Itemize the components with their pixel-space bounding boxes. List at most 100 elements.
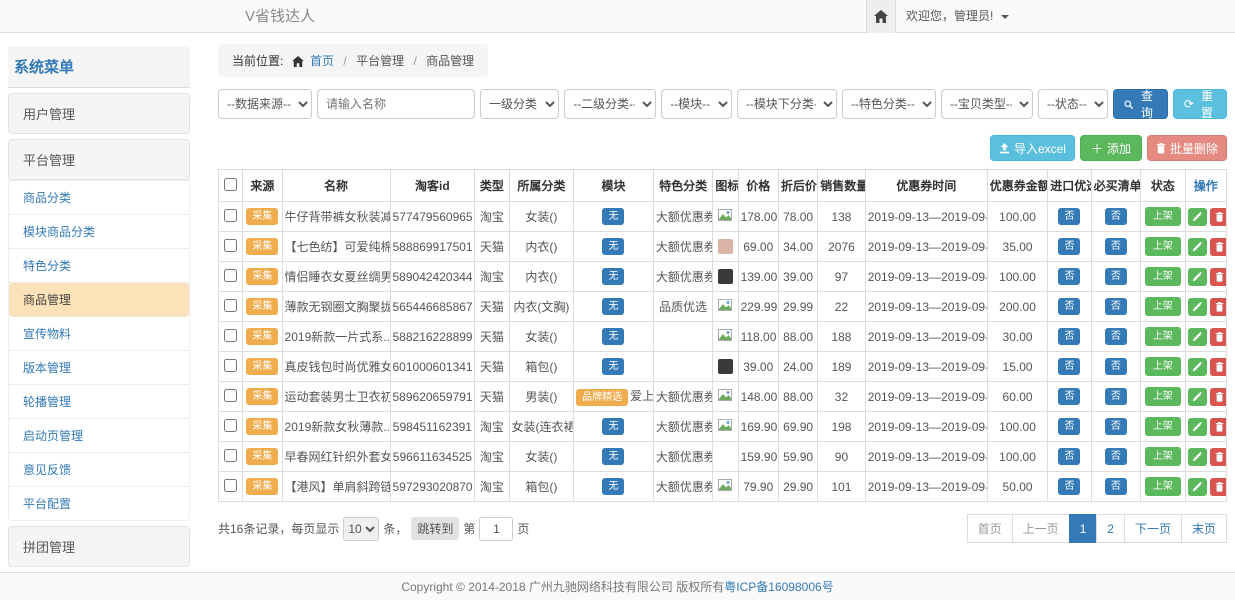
row-checkbox[interactable]	[224, 329, 237, 342]
import-flag-badge[interactable]: 否	[1058, 298, 1080, 315]
row-checkbox[interactable]	[224, 209, 237, 222]
status-badge[interactable]: 上架	[1145, 477, 1181, 496]
query-button[interactable]: 查询	[1113, 89, 1168, 119]
feature-category-select[interactable]: --特色分类--	[842, 89, 936, 119]
sidebar-item-3[interactable]: 模块商品分类	[9, 215, 189, 249]
level1-category-select[interactable]: 一级分类	[480, 89, 559, 119]
sidebar-item-0[interactable]: 用户管理	[8, 93, 190, 134]
import-excel-button[interactable]: 导入excel	[990, 135, 1075, 161]
must-buy-flag-badge[interactable]: 否	[1105, 298, 1127, 315]
per-page-select[interactable]: 10	[343, 517, 379, 541]
page-button-首页[interactable]: 首页	[967, 514, 1013, 543]
delete-button[interactable]	[1210, 298, 1227, 316]
import-flag-badge[interactable]: 否	[1058, 388, 1080, 405]
edit-button[interactable]	[1188, 238, 1207, 256]
row-checkbox[interactable]	[224, 419, 237, 432]
edit-button[interactable]	[1188, 448, 1207, 466]
select-all-checkbox[interactable]	[224, 178, 237, 191]
page-button-2[interactable]: 2	[1096, 514, 1125, 543]
delete-button[interactable]	[1210, 358, 1227, 376]
module-subcategory-select[interactable]: --模块下分类--	[737, 89, 837, 119]
import-flag-badge[interactable]: 否	[1058, 448, 1080, 465]
page-button-上一页[interactable]: 上一页	[1012, 514, 1070, 543]
row-checkbox[interactable]	[224, 359, 237, 372]
row-checkbox[interactable]	[224, 449, 237, 462]
row-checkbox[interactable]	[224, 269, 237, 282]
delete-button[interactable]	[1210, 238, 1227, 256]
sidebar-item-12[interactable]: 拼团管理	[8, 526, 190, 567]
must-buy-flag-badge[interactable]: 否	[1105, 358, 1127, 375]
bulk-delete-button[interactable]: 批量删除	[1147, 135, 1227, 161]
row-checkbox[interactable]	[224, 299, 237, 312]
edit-button[interactable]	[1188, 388, 1207, 406]
breadcrumb-home-link[interactable]: 首页	[310, 54, 334, 68]
edit-button[interactable]	[1188, 328, 1207, 346]
sidebar-item-5[interactable]: 商品管理	[9, 283, 189, 317]
delete-button[interactable]	[1210, 328, 1227, 346]
data-source-select[interactable]: --数据来源--	[218, 89, 312, 119]
icp-link[interactable]: 粤ICP备16098006号	[724, 580, 833, 594]
delete-button[interactable]	[1210, 478, 1227, 496]
page-button-1[interactable]: 1	[1069, 514, 1098, 543]
import-flag-badge[interactable]: 否	[1058, 208, 1080, 225]
sidebar-item-7[interactable]: 版本管理	[9, 351, 189, 385]
must-buy-flag-badge[interactable]: 否	[1105, 328, 1127, 345]
import-flag-badge[interactable]: 否	[1058, 478, 1080, 495]
jump-button[interactable]: 跳转到	[411, 517, 459, 540]
must-buy-flag-badge[interactable]: 否	[1105, 418, 1127, 435]
user-menu[interactable]: 欢迎您，管理员!	[906, 0, 1009, 33]
sidebar-item-11[interactable]: 平台配置	[9, 487, 189, 520]
add-button[interactable]: ＋ 添加	[1080, 135, 1142, 161]
must-buy-flag-badge[interactable]: 否	[1105, 268, 1127, 285]
jump-page-input[interactable]	[479, 517, 513, 541]
page-button-下一页[interactable]: 下一页	[1124, 514, 1182, 543]
sidebar-item-1[interactable]: 平台管理	[8, 139, 190, 180]
sidebar-item-9[interactable]: 启动页管理	[9, 419, 189, 453]
name-search-input[interactable]	[317, 89, 475, 119]
level2-category-select[interactable]: --二级分类--	[564, 89, 656, 119]
import-flag-badge[interactable]: 否	[1058, 328, 1080, 345]
sidebar-item-4[interactable]: 特色分类	[9, 249, 189, 283]
delete-button[interactable]	[1210, 268, 1227, 286]
delete-button[interactable]	[1210, 208, 1227, 226]
reset-button[interactable]: ⟳ 重置	[1173, 89, 1227, 119]
sidebar-item-2[interactable]: 商品分类	[9, 181, 189, 215]
delete-button[interactable]	[1210, 418, 1227, 436]
edit-button[interactable]	[1188, 208, 1207, 226]
status-badge[interactable]: 上架	[1145, 327, 1181, 346]
import-flag-badge[interactable]: 否	[1058, 268, 1080, 285]
import-flag-badge[interactable]: 否	[1058, 418, 1080, 435]
edit-button[interactable]	[1188, 478, 1207, 496]
row-checkbox[interactable]	[224, 239, 237, 252]
must-buy-flag-badge[interactable]: 否	[1105, 388, 1127, 405]
status-badge[interactable]: 上架	[1145, 357, 1181, 376]
status-badge[interactable]: 上架	[1145, 237, 1181, 256]
must-buy-flag-badge[interactable]: 否	[1105, 208, 1127, 225]
sidebar-item-10[interactable]: 意见反馈	[9, 453, 189, 487]
must-buy-flag-badge[interactable]: 否	[1105, 448, 1127, 465]
edit-button[interactable]	[1188, 358, 1207, 376]
must-buy-flag-badge[interactable]: 否	[1105, 238, 1127, 255]
status-badge[interactable]: 上架	[1145, 387, 1181, 406]
status-badge[interactable]: 上架	[1145, 207, 1181, 226]
status-badge[interactable]: 上架	[1145, 297, 1181, 316]
module-select[interactable]: --模块--	[661, 89, 732, 119]
delete-button[interactable]	[1210, 388, 1227, 406]
import-flag-badge[interactable]: 否	[1058, 358, 1080, 375]
edit-button[interactable]	[1188, 268, 1207, 286]
row-checkbox[interactable]	[224, 479, 237, 492]
item-type-select[interactable]: --宝贝类型--	[941, 89, 1033, 119]
sidebar-item-6[interactable]: 宣传物料	[9, 317, 189, 351]
status-badge[interactable]: 上架	[1145, 447, 1181, 466]
delete-button[interactable]	[1210, 448, 1227, 466]
status-select[interactable]: --状态--	[1038, 89, 1108, 119]
page-button-末页[interactable]: 末页	[1181, 514, 1227, 543]
status-badge[interactable]: 上架	[1145, 417, 1181, 436]
must-buy-flag-badge[interactable]: 否	[1105, 478, 1127, 495]
edit-button[interactable]	[1188, 418, 1207, 436]
status-badge[interactable]: 上架	[1145, 267, 1181, 286]
home-button[interactable]	[866, 0, 896, 33]
sidebar-item-8[interactable]: 轮播管理	[9, 385, 189, 419]
edit-button[interactable]	[1188, 298, 1207, 316]
row-checkbox[interactable]	[224, 389, 237, 402]
